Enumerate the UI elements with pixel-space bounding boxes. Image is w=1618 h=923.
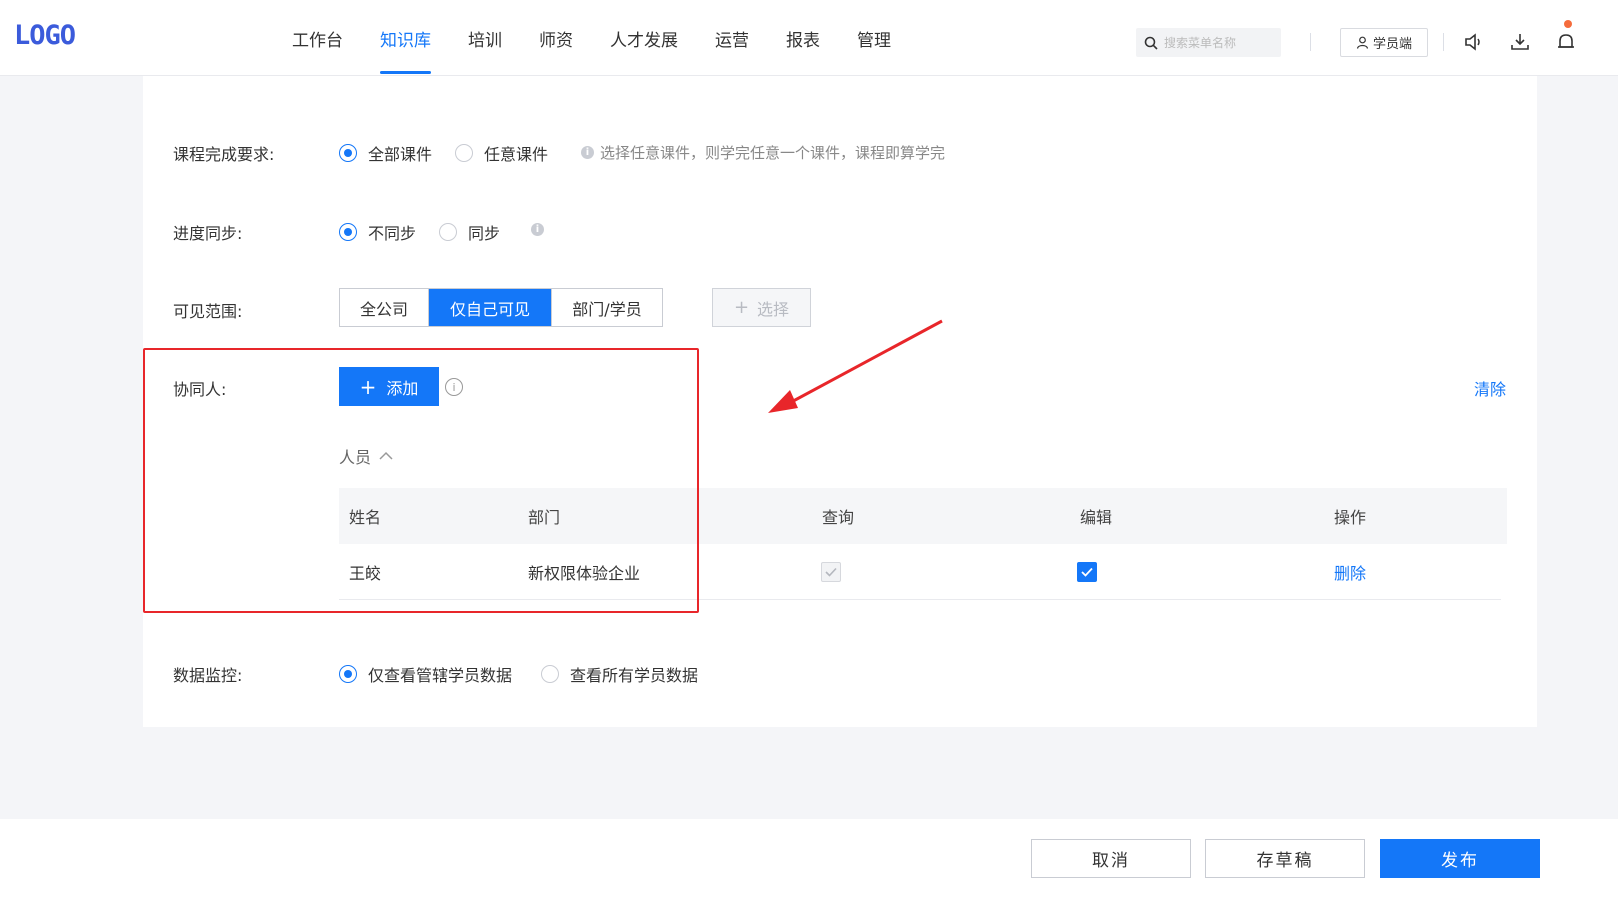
notification-dot [1564,20,1572,28]
column-action: 操作 [1334,508,1367,527]
nav-item-reports[interactable]: 报表 [786,26,820,74]
nav-item-training[interactable]: 培训 [468,26,502,74]
nav-item-knowledge[interactable]: 知识库 [380,26,431,74]
column-query: 查询 [822,508,855,527]
radio-label: 不同步 [368,224,417,243]
check-icon [825,567,837,577]
people-collapse-toggle[interactable]: 人员 [339,444,393,468]
radio-unchecked [541,665,559,683]
column-edit: 编辑 [1080,508,1113,527]
column-name: 姓名 [349,508,382,527]
cancel-button[interactable]: 取消 [1031,839,1191,878]
save-draft-button[interactable]: 存草稿 [1205,839,1365,878]
plus-icon: + [359,374,377,399]
student-portal-button[interactable]: 学员端 [1340,28,1428,57]
completion-label: 课程完成要求: [173,145,275,164]
download-icon[interactable] [1510,32,1530,52]
radio-checked [339,665,357,683]
monitor-label: 数据监控: [173,666,243,685]
speaker-icon[interactable] [1464,32,1484,52]
visibility-label: 可见范围: [173,302,243,321]
completion-option-any[interactable]: 任意课件 [455,141,548,165]
sync-label: 进度同步: [173,224,243,243]
edit-checkbox[interactable] [1077,544,1097,600]
table-row: 王皎 新权限体验企业 删除 [339,544,1501,600]
chevron-up-icon [379,451,393,460]
visibility-option-company[interactable]: 全公司 [340,289,428,326]
top-header: LOGO 工作台 知识库 培训 师资 人才发展 运营 报表 管理 学员端 [0,0,1618,76]
completion-hint: i 选择任意课件，则学完任意一个课件，课程即算学完 [581,142,945,163]
search-icon [1144,36,1158,50]
select-scope-button[interactable]: + 选择 [712,288,811,327]
completion-option-all[interactable]: 全部课件 [339,141,432,165]
checkbox-checked[interactable] [1077,562,1097,582]
check-icon [1081,567,1093,577]
publish-button[interactable]: 发布 [1380,839,1540,878]
radio-checked [339,144,357,162]
hint-text: 选择任意课件，则学完任意一个课件，课程即算学完 [600,144,946,162]
radio-checked [339,223,357,241]
radio-label: 全部课件 [368,145,433,164]
collaborators-label: 协同人: [173,380,227,399]
nav-item-teachers[interactable]: 师资 [539,26,573,74]
add-collaborator-button[interactable]: + 添加 [339,367,439,406]
user-icon [1356,36,1369,49]
menu-search[interactable] [1136,28,1281,57]
header-divider [1310,33,1311,51]
monitor-option-managed[interactable]: 仅查看管辖学员数据 [339,662,512,686]
column-dept: 部门 [528,508,561,527]
radio-label: 仅查看管辖学员数据 [368,666,513,685]
radio-unchecked [455,144,473,162]
radio-label: 同步 [468,224,501,243]
nav-item-workbench[interactable]: 工作台 [292,26,343,74]
monitor-option-all[interactable]: 查看所有学员数据 [541,662,698,686]
visibility-option-dept[interactable]: 部门/学员 [551,289,662,326]
info-icon: i [531,223,544,236]
info-icon[interactable]: i [445,378,463,396]
sync-hint[interactable]: i [531,223,550,236]
sync-option-none[interactable]: 不同步 [339,220,416,244]
student-portal-label: 学员端 [1372,37,1412,52]
select-label: 选择 [757,299,790,319]
clear-link[interactable]: 清除 [1474,376,1506,400]
table-header: 姓名 部门 查询 编辑 操作 [339,488,1507,544]
plus-icon: + [733,297,750,318]
logo: LOGO [14,20,76,51]
sync-option-sync[interactable]: 同步 [439,220,500,244]
info-icon: i [581,146,594,159]
radio-label: 任意课件 [484,145,549,164]
row-dept: 新权限体验企业 [528,564,641,583]
header-divider [1443,33,1444,51]
visibility-segmented: 全公司 仅自己可见 部门/学员 [339,288,663,327]
delete-link[interactable]: 删除 [1334,544,1366,600]
visibility-option-self[interactable]: 仅自己可见 [428,289,551,326]
add-label: 添加 [386,378,419,398]
radio-label: 查看所有学员数据 [570,666,699,685]
nav-item-talent[interactable]: 人才发展 [610,26,678,74]
radio-unchecked [439,223,457,241]
nav-item-manage[interactable]: 管理 [857,26,891,74]
people-label: 人员 [339,448,372,467]
query-checkbox [821,544,841,600]
footer-bar [0,819,1618,923]
collaborators-table: 姓名 部门 查询 编辑 操作 王皎 新权限体验企业 删除 [339,488,1507,600]
search-input[interactable] [1164,35,1274,50]
row-name: 王皎 [349,564,382,583]
checkbox-disabled-checked [821,562,841,582]
main-nav: 工作台 知识库 培训 师资 人才发展 运营 报表 管理 [292,26,928,74]
nav-item-operations[interactable]: 运营 [715,26,749,74]
bell-icon[interactable] [1556,32,1576,52]
